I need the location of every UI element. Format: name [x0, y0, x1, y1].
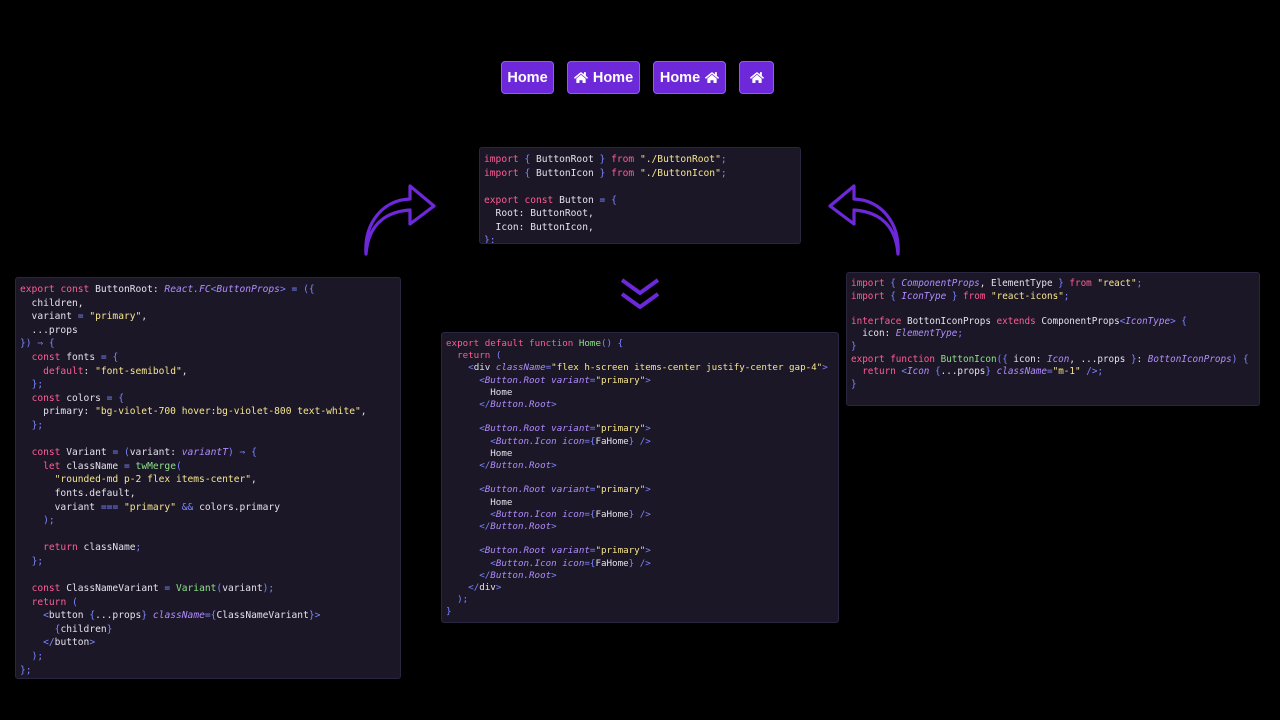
curved-arrow-icon — [828, 184, 900, 256]
home-button-text[interactable]: Home — [501, 61, 554, 94]
home-page-code-panel: export default function Home() { return … — [441, 332, 839, 623]
home-button-label: Home — [507, 69, 548, 86]
code-block: import { ComponentProps, ElementType } f… — [851, 278, 1249, 390]
button-index-code-panel: import { ButtonRoot } from "./ButtonRoot… — [479, 147, 801, 244]
button-root-code-panel: export const ButtonRoot: React.FC<Button… — [15, 277, 401, 679]
curved-arrow-icon — [364, 184, 436, 256]
demo-button-row: Home Home Home — [0, 61, 1280, 95]
button-icon-code-panel: import { ComponentProps, ElementType } f… — [846, 272, 1260, 406]
home-button-label: Home — [659, 69, 701, 86]
home-icon — [705, 72, 720, 83]
home-icon — [573, 72, 588, 83]
code-block: export default function Home() { return … — [446, 338, 828, 618]
double-chevron-down-icon — [620, 278, 660, 309]
code-block: import { ButtonRoot } from "./ButtonRoot… — [484, 154, 727, 244]
home-button-icon-only[interactable] — [739, 61, 774, 94]
home-button-icon-right[interactable]: Home — [653, 61, 726, 94]
home-icon — [749, 72, 764, 83]
home-button-label: Home — [592, 69, 634, 86]
code-block: export const ButtonRoot: React.FC<Button… — [20, 284, 367, 676]
home-button-icon-left[interactable]: Home — [567, 61, 640, 94]
